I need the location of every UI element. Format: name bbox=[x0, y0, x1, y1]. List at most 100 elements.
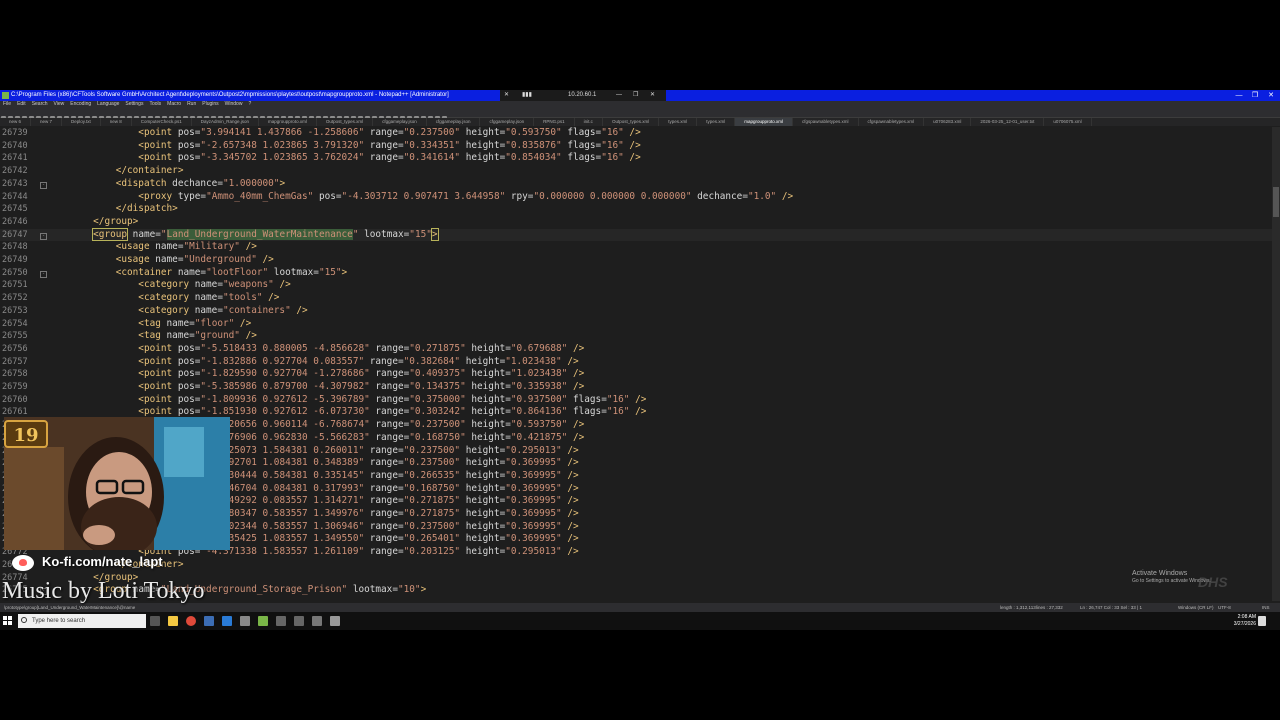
file-tab[interactable]: cfgspawnabletypes.xml bbox=[859, 118, 925, 126]
code-token: "0.237500" bbox=[409, 419, 466, 431]
app-icon-5[interactable] bbox=[330, 616, 340, 626]
code-line[interactable]: 26757 <point pos="-1.832886 0.927704 0.0… bbox=[0, 356, 1272, 369]
file-tab[interactable]: RPNG.ps1 bbox=[534, 118, 575, 126]
code-token: range= bbox=[369, 368, 410, 380]
code-line[interactable]: 26752 <category name="tools" /> bbox=[0, 292, 1272, 305]
fold-toggle-icon[interactable]: - bbox=[40, 232, 47, 240]
code-token: <category bbox=[48, 304, 190, 316]
remote-minimize-button[interactable]: — bbox=[616, 90, 622, 101]
code-line[interactable]: 26742 </container> bbox=[0, 165, 1272, 178]
windows-start-icon[interactable] bbox=[3, 616, 13, 626]
file-tab[interactable]: cfggameplay.json bbox=[427, 118, 481, 126]
file-tab[interactable]: mapgroupproto.xml bbox=[259, 118, 317, 126]
vertical-scrollbar[interactable] bbox=[1272, 127, 1280, 601]
code-line[interactable]: 26759 <point pos="-5.385986 0.879700 -4.… bbox=[0, 381, 1272, 394]
code-token: range= bbox=[364, 127, 404, 138]
menu-item[interactable]: Search bbox=[32, 101, 48, 107]
menu-item[interactable]: Window bbox=[225, 101, 243, 107]
file-explorer-icon[interactable] bbox=[168, 616, 178, 626]
fold-toggle-icon[interactable]: - bbox=[40, 270, 47, 278]
file-tab[interactable]: DayzAdmin_Range.json bbox=[192, 118, 260, 126]
menu-item[interactable]: ? bbox=[248, 101, 251, 107]
app-icon-4[interactable] bbox=[312, 616, 322, 626]
notepad-plus-plus-taskbar-icon[interactable] bbox=[258, 616, 268, 626]
window-titlebar[interactable]: C:\Program Files (x86)\CFTools Software … bbox=[0, 90, 1280, 101]
code-token: "0.271875" bbox=[409, 342, 466, 354]
file-tab[interactable]: Deploy.txt bbox=[62, 118, 101, 126]
menu-item[interactable]: Settings bbox=[125, 101, 143, 107]
file-tab[interactable]: types.xml bbox=[697, 118, 736, 126]
code-text: <point pos="3.994141 1.437866 -1.258606"… bbox=[48, 127, 640, 140]
code-line[interactable]: 26754 <tag name="floor" /> bbox=[0, 318, 1272, 331]
app-icon-3[interactable] bbox=[294, 616, 304, 626]
code-line[interactable]: 26773 </container> bbox=[0, 559, 1272, 572]
code-line[interactable]: 26758 <point pos="-1.829590 0.927704 -1.… bbox=[0, 368, 1272, 381]
code-line[interactable]: 26756 <point pos="-5.518433 0.880005 -4.… bbox=[0, 343, 1272, 356]
code-token: range= bbox=[364, 139, 404, 151]
menu-item[interactable]: Tools bbox=[149, 101, 161, 107]
file-tab[interactable]: ComputerCheck.ps1 bbox=[132, 118, 192, 126]
code-line[interactable]: 26751 <category name="weapons" /> bbox=[0, 279, 1272, 292]
status-encoding: UTF-8 bbox=[1218, 605, 1231, 610]
remote-close-button[interactable]: ✕ bbox=[650, 90, 655, 101]
code-line[interactable]: 26741 <point pos="-3.345702 1.023865 3.7… bbox=[0, 152, 1272, 165]
code-line[interactable]: 26748 <usage name="Military" /> bbox=[0, 241, 1272, 254]
code-line[interactable]: 26740 <point pos="-2.657348 1.023865 3.7… bbox=[0, 140, 1272, 153]
file-tab[interactable]: cfggameplay.json bbox=[373, 118, 427, 126]
file-tab[interactable]: 2026-03-25_12-01_user.txt bbox=[971, 118, 1045, 126]
remote-connection-bar[interactable]: ✕ ▮▮▮ 10.20.60.1 — ❐ ✕ bbox=[500, 90, 666, 101]
maximize-button[interactable]: ❐ bbox=[1248, 90, 1262, 101]
file-tab[interactable]: new 7 bbox=[31, 118, 63, 126]
app-icon[interactable] bbox=[240, 616, 250, 626]
scrollbar-thumb[interactable] bbox=[1273, 187, 1279, 217]
code-line[interactable]: 26749 <usage name="Underground" /> bbox=[0, 254, 1272, 267]
code-token: dechance= bbox=[691, 190, 748, 202]
vscode-icon[interactable] bbox=[222, 616, 232, 626]
code-token: /> bbox=[262, 292, 280, 304]
code-line[interactable]: 26755 <tag name="ground" /> bbox=[0, 330, 1272, 343]
code-line[interactable]: 26753 <category name="containers" /> bbox=[0, 305, 1272, 318]
file-tab[interactable]: u0706075.xml bbox=[1044, 118, 1092, 126]
code-line[interactable]: 26739 <point pos="3.994141 1.437866 -1.2… bbox=[0, 127, 1272, 140]
file-tab[interactable]: new 8 bbox=[101, 118, 132, 126]
file-tab[interactable]: new 6 bbox=[0, 118, 32, 126]
chrome-icon[interactable] bbox=[186, 616, 196, 626]
file-tab[interactable]: cfggameplay.json bbox=[480, 118, 535, 126]
menu-item[interactable]: View bbox=[54, 101, 65, 107]
file-tab[interactable]: Outpost_types.xml bbox=[317, 118, 374, 126]
task-view-icon[interactable] bbox=[150, 616, 160, 626]
file-tab[interactable]: Outpost_types.xml bbox=[603, 118, 660, 126]
file-tab[interactable]: types.xml bbox=[659, 118, 698, 126]
code-line[interactable]: 26744 <proxy type="Ammo_40mm_ChemGas" po… bbox=[0, 191, 1272, 204]
menu-item[interactable]: Edit bbox=[17, 101, 26, 107]
taskbar-search[interactable]: Type here to search bbox=[18, 614, 146, 628]
minimize-button[interactable]: — bbox=[1232, 90, 1246, 101]
fold-toggle-icon[interactable]: - bbox=[40, 181, 47, 189]
code-text: <tag name="ground" /> bbox=[48, 330, 257, 343]
powershell-icon[interactable] bbox=[204, 616, 214, 626]
code-line[interactable]: 26747 - <group name="Land_Underground_Wat… bbox=[0, 227, 1272, 242]
menu-item[interactable]: Language bbox=[97, 101, 119, 107]
code-line[interactable]: 26746 </group> bbox=[0, 216, 1272, 229]
app-icon-2[interactable] bbox=[276, 616, 286, 626]
menu-item[interactable]: File bbox=[3, 101, 11, 107]
close-button[interactable]: ✕ bbox=[1264, 90, 1278, 101]
menu-item[interactable]: Macro bbox=[167, 101, 181, 107]
code-token: </group> bbox=[48, 215, 139, 227]
pin-icon[interactable]: ✕ bbox=[504, 90, 509, 101]
line-number: 26749 bbox=[2, 255, 28, 265]
file-tab[interactable]: cfgspawnabletypes.xml bbox=[793, 118, 859, 126]
code-line[interactable]: 26745 </dispatch> bbox=[0, 203, 1272, 216]
file-tab[interactable]: init.c bbox=[575, 118, 603, 126]
code-token: <container bbox=[48, 266, 173, 278]
code-line[interactable]: 26750 - <container name="lootFloor" lootm… bbox=[0, 267, 1272, 280]
remote-restore-button[interactable]: ❐ bbox=[633, 90, 638, 101]
notification-icon[interactable] bbox=[1258, 616, 1266, 626]
menu-item[interactable]: Plugins bbox=[202, 101, 218, 107]
menu-item[interactable]: Run bbox=[187, 101, 196, 107]
code-line[interactable]: 26760 <point pos="-1.809936 0.927612 -5.… bbox=[0, 394, 1272, 407]
code-line[interactable]: 26743 - <dispatch dechance="1.000000"> bbox=[0, 178, 1272, 191]
file-tab[interactable]: mapgroupproto.xml bbox=[735, 118, 794, 126]
file-tab[interactable]: u0706283.xml bbox=[924, 118, 972, 126]
menu-item[interactable]: Encoding bbox=[70, 101, 91, 107]
